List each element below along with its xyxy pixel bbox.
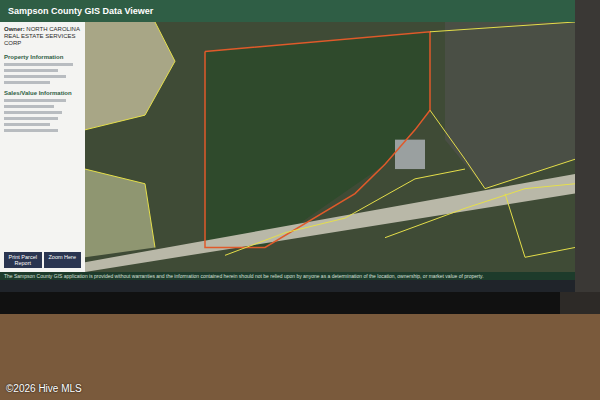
info-line	[4, 69, 58, 72]
owner-field: Owner: NORTH CAROLINA REAL ESTATE SERVIC…	[4, 26, 81, 48]
info-line	[4, 111, 62, 114]
monitor: Sampson County GIS Data Viewer Owner: NOR…	[0, 0, 600, 292]
info-line	[4, 117, 58, 120]
panel-button[interactable]: Zoom Here	[44, 252, 82, 268]
photo: Sampson County GIS Data Viewer Owner: NOR…	[0, 0, 600, 400]
watermark: ©2026 Hive MLS	[6, 383, 82, 394]
section-title: Property Information	[4, 54, 81, 60]
info-line	[4, 129, 58, 132]
info-line	[4, 81, 50, 84]
panel-button[interactable]: Print Parcel Report	[4, 252, 42, 268]
background	[575, 0, 600, 292]
monitor-bezel	[0, 292, 560, 314]
info-line	[4, 105, 54, 108]
info-line	[4, 63, 73, 66]
desk	[0, 314, 600, 400]
info-line	[4, 99, 66, 102]
app-header: Sampson County GIS Data Viewer	[0, 0, 575, 22]
aerial-map[interactable]	[85, 22, 575, 272]
info-line	[4, 123, 50, 126]
info-line	[4, 75, 66, 78]
taskbar	[0, 280, 575, 292]
app-title: Sampson County GIS Data Viewer	[8, 6, 153, 16]
section-title: Sales/Value Information	[4, 90, 81, 96]
disclaimer: The Sampson County GIS application is pr…	[0, 272, 575, 280]
map[interactable]	[85, 22, 575, 272]
info-panel: Owner: NORTH CAROLINA REAL ESTATE SERVIC…	[0, 22, 85, 272]
screen: Sampson County GIS Data Viewer Owner: NOR…	[0, 0, 575, 292]
